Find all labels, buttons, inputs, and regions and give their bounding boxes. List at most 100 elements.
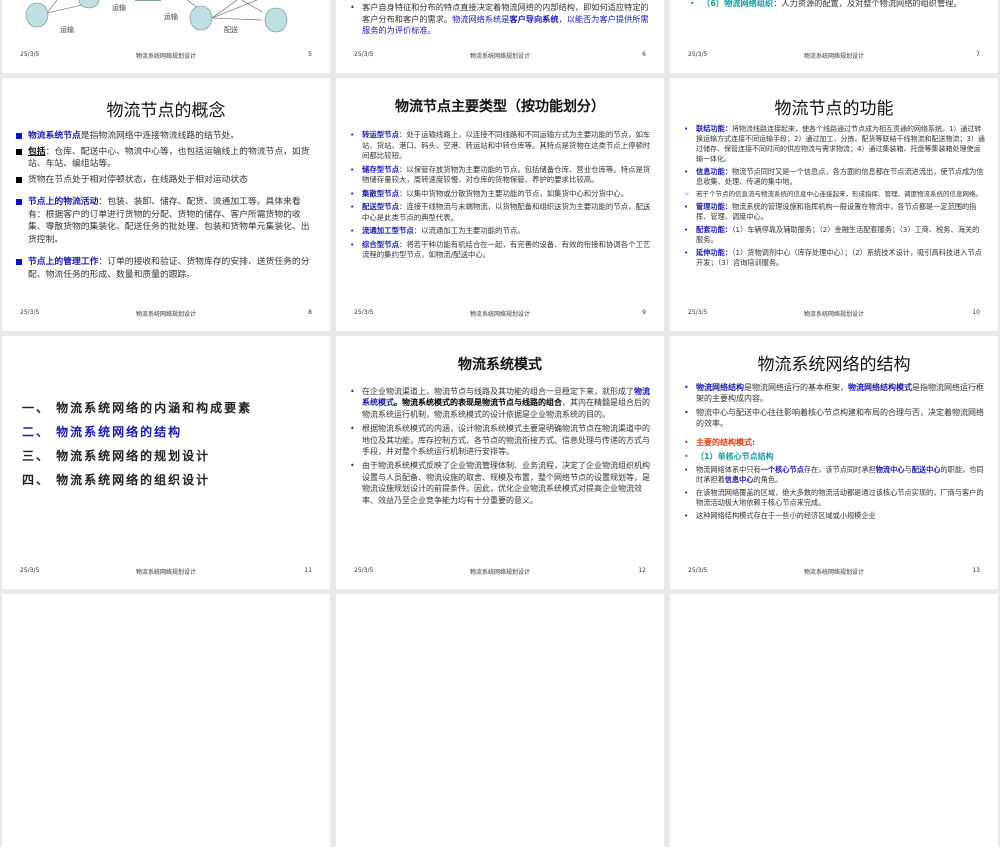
bullet-blue-text: 物流网络系统是 — [452, 13, 510, 24]
bullet-item: • 集散型节点：以集中货物或分散货物为主要功能的节点，如集货中心和分货中心。 — [350, 188, 629, 198]
bullet-heading: 主要的结构模式: — [696, 438, 756, 447]
toc-item[interactable]: 四、 物流系统网络的组织设计 — [22, 468, 252, 492]
slide-number: 12 — [638, 567, 646, 574]
slide-thumbnail-5[interactable]: 运输 运输 运输 配送 25/3/5 物流系统网络规划设计 5 — [2, 0, 330, 73]
node-circle — [78, 0, 100, 9]
bullet-item: • 联结功能：将物流线路连接起来，使各个线路通过节点成为相互贯通的网络系统。1）通… — [684, 124, 985, 163]
node-circle — [264, 7, 288, 33]
slide-footer: 25/3/5 物流系统网络规划设计 10 — [688, 309, 980, 319]
slide-thumbnail-11[interactable]: 一、 物流系统网络的内涵和构成要素 二、 物流系统网络的结构 三、 物流系统网络… — [2, 336, 330, 589]
bullet-keyword: 联结功能： — [696, 124, 732, 133]
slide-body: • 联结功能：将物流线路连接起来，使各个线路通过节点成为相互贯通的网络系统。1）通… — [684, 124, 986, 271]
bullet-text: 物流节点同时又是一个信息点，各方面的信息都在节点流进流出，使节点成为信息收集、处… — [696, 167, 984, 186]
bullet-item: • 转运型节点：处于运输线路上，以连接不同线路和不同运输方式为主要功能的节点，如车… — [350, 130, 651, 160]
slide-footer: 25/3/5 物流系统网络规划设计 7 — [688, 51, 980, 61]
bullet-item: • 根据物流系统模式的内涵，设计物流系统模式主要是明确物流节点在物流渠道中的地位及… — [350, 424, 650, 457]
slide-thumbnail-8[interactable]: 物流节点的概念 物流系统节点是指物流网络中连接物流线路的结节处。 包括：仓库、配… — [2, 78, 330, 331]
slide-number: 8 — [308, 309, 312, 316]
footer-title: 物流系统网络规划设计 — [469, 53, 530, 60]
bullet-keyword: 物流系统节点 — [28, 131, 81, 141]
bullet-keyword: 信息中心 — [724, 475, 754, 484]
bullet-text: 若干个节点的信息流与物流系统的信息中心连接起来，形成指挥、管理、调度物流系统的信… — [696, 190, 982, 198]
bullet-text: 这种网络结构模式存在于一些小的经济区域或小规模企业 — [696, 511, 876, 520]
bullet-text: 的角色。 — [753, 475, 783, 484]
slide-title: 物流节点的功能 — [774, 99, 894, 119]
bullet-keyword: 物流中心 — [875, 465, 905, 474]
slide-title: 物流系统网络的结构 — [757, 355, 911, 375]
bullet-text: ：以保管存放货物为主要功能的节点，包括储备仓库、营业仓库等。特点是货物储存量较大… — [362, 164, 651, 185]
slide-thumbnail-13[interactable]: 物流系统网络的结构 • 物流网络结构是物流网络运行的基本框架，物流网络结构模式是指… — [670, 336, 998, 589]
slide-title: 物流节点主要类型（按功能划分） — [395, 99, 605, 115]
footer-title: 物流系统网络规划设计 — [469, 311, 530, 318]
bullet-item: 物流系统节点是指物流网络中连接物流线路的结节处。 — [16, 130, 318, 143]
footer-title: 物流系统网络规划设计 — [469, 569, 530, 576]
bullet-text: 在该物流网络覆盖的区域，绝大多数的物流活动都是通过该核心节点实现的，厂商与客户的… — [696, 488, 984, 507]
bullet-item: 包括：仓库、配送中心、物流中心等，也包括运输线上的物流节点，如货站、车站、编组站… — [16, 146, 318, 171]
slide-thumbnail-next[interactable] — [670, 594, 998, 847]
bullet-keyword: 物流网络结构模式 — [848, 383, 912, 392]
bullet-item: 货物在节点处于相对停顿状态，在线路处于相对运动状态 — [16, 174, 318, 187]
bullet-keyword: 管理功能： — [696, 202, 732, 211]
bullet-item: • 管理功能：物流系统的管理设施和指挥机构一般设置在物流中，各节点都是一定范围的指… — [684, 202, 977, 221]
bullet-keyword: 配套功能： — [696, 225, 732, 234]
slide-body: 物流系统节点是指物流网络中连接物流线路的结节处。 包括：仓库、配送中心、物流中心… — [16, 130, 318, 284]
slide-number: 6 — [642, 51, 646, 58]
slide-number: 9 — [642, 309, 646, 316]
bullet-text: 存在，该节点同时承担 — [803, 465, 876, 474]
bullet-item: 节点上的物流活动：包装、装卸、储存、配货、流通加工等。具体来看有：根据客户的订单… — [16, 196, 318, 246]
bullet-item: • 由于物流系统模式反映了企业物流管理体制、业务流程，决定了企业物流组织机构设置与… — [350, 461, 650, 505]
sub-bullet-item: > 若干个节点的信息流与物流系统的信息中心连接起来，形成指挥、管理、调度物流系统的… — [684, 190, 982, 198]
slide-thumbnail-next[interactable] — [2, 594, 330, 847]
bullet-item: • （6）物流网络组织：人力资源的配置，及对整个物流网络的组织管理。 — [690, 0, 962, 8]
bullet-item: • 在企业物流渠道上，物流节点与线路及其功能的组合一旦稳定下来，就形成了物流系统模… — [350, 387, 650, 419]
slide-thumbnail-9[interactable]: 物流节点主要类型（按功能划分） • 转运型节点：处于运输线路上，以连接不同线路和不… — [336, 78, 664, 331]
toc-item[interactable]: 三、 物流系统网络的规划设计 — [22, 444, 252, 468]
bullet-keyword: 节点上的物流活动 — [28, 197, 99, 207]
bullet-keyword: 物流网络结构 — [696, 383, 744, 392]
slide-number: 13 — [972, 567, 980, 574]
bullet-item: • 流通加工型节点：以流通加工为主要功能的节点。 — [350, 226, 525, 235]
bullet-keyword: 配送型节点 — [362, 202, 399, 211]
bullet-text: 是指物流网络中连接物流线路的结节处。 — [80, 131, 240, 141]
bullet-text: 货物在节点处于相对停顿状态，在线路处于相对运动状态 — [28, 174, 248, 185]
node-circle — [25, 2, 49, 28]
bullet-keyword: 客户导向系统 — [509, 13, 559, 24]
slide-title: 物流节点的概念 — [106, 101, 226, 121]
bullet-item: • 在该物流网络覆盖的区域，绝大多数的物流活动都是通过该核心节点实现的，厂商与客户… — [684, 488, 984, 507]
bullet-text: 与 — [904, 465, 912, 474]
bullet-text: （1）车辆停靠及辅助服务；（2）金融生活配套服务；（3）工商、税务、海关的服务。 — [696, 225, 980, 244]
footer-title: 物流系统网络规划设计 — [135, 53, 196, 60]
table-of-contents: 一、 物流系统网络的内涵和构成要素 二、 物流系统网络的结构 三、 物流系统网络… — [22, 396, 252, 492]
bullet-item: • （1）单核心节点结构 — [684, 452, 774, 461]
bullet-item: • 配送型节点：连接干线物流与末端物流，以货物配备和组织送货为主要功能的节点，配送… — [350, 202, 651, 222]
bullet-item: • 配套功能：（1）车辆停靠及辅助服务；（2）金融生活配套服务；（3）工商、税务、… — [684, 225, 980, 244]
bullet-text: 物流网络体系中只有 — [696, 465, 761, 474]
edge-label: 运输 — [112, 4, 126, 12]
bullet-item: • 客户自身特征和分布的特点直接决定着物流网络的内部结构，即如何适应特定的客户分布… — [350, 2, 649, 35]
slide-thumbnail-6[interactable]: • 客户自身特征和分布的特点直接决定着物流网络的内部结构，即如何适应特定的客户分布… — [336, 0, 664, 73]
bullet-item: • 物流中心与配送中心往往影响着核心节点构建和布局的合理与否，决定着物流网络的效率… — [684, 408, 984, 428]
bullet-item: • 主要的结构模式: — [684, 438, 756, 447]
footer-title: 物流系统网络规划设计 — [135, 569, 196, 576]
bullet-keyword: 延伸功能： — [696, 248, 732, 257]
footer-title: 物流系统网络规划设计 — [803, 311, 864, 318]
footer-title: 物流系统网络规划设计 — [803, 569, 864, 576]
slide-body: • 客户自身特征和分布的特点直接决定着物流网络的内部结构，即如何适应特定的客户分布… — [350, 2, 652, 40]
bullet-keyword: 信息功能： — [696, 167, 732, 176]
bullet-keyword: 转运型节点 — [362, 130, 399, 139]
footer-title: 物流系统网络规划设计 — [803, 53, 864, 60]
slide-footer: 25/3/5 物流系统网络规划设计 11 — [20, 567, 312, 577]
slide-thumbnail-7[interactable]: • （6）物流网络组织：人力资源的配置，及对整个物流网络的组织管理。 25/3/5… — [670, 0, 998, 73]
bullet-text: （1）货物调剂中心（库存处理中心）；（2）系统技术设计，吸引高科技进入节点开发；… — [696, 248, 982, 267]
slide-thumbnail-next[interactable] — [336, 594, 664, 847]
bullet-item: • 这种网络结构模式存在于一些小的经济区域或小规模企业 — [684, 511, 876, 520]
slide-number: 7 — [976, 51, 980, 58]
toc-item[interactable]: 一、 物流系统网络的内涵和构成要素 — [22, 396, 252, 420]
slide-footer: 25/3/5 物流系统网络规划设计 13 — [688, 567, 980, 577]
bullet-text: 是物流网络运行的基本框架， — [744, 383, 848, 392]
slide-thumbnail-12[interactable]: 物流系统模式 • 在企业物流渠道上，物流节点与线路及其功能的组合一旦稳定下来，就形… — [336, 336, 664, 589]
slide-thumbnail-10[interactable]: 物流节点的功能 • 联结功能：将物流线路连接起来，使各个线路通过节点成为相互贯通的… — [670, 78, 998, 331]
slide-body: • 在企业物流渠道上，物流节点与线路及其功能的组合一旦稳定下来，就形成了物流系统模… — [350, 386, 652, 509]
slide-body: • 转运型节点：处于运输线路上，以连接不同线路和不同运输方式为主要功能的节点，如车… — [350, 130, 652, 264]
toc-item-current[interactable]: 二、 物流系统网络的结构 — [22, 420, 252, 444]
